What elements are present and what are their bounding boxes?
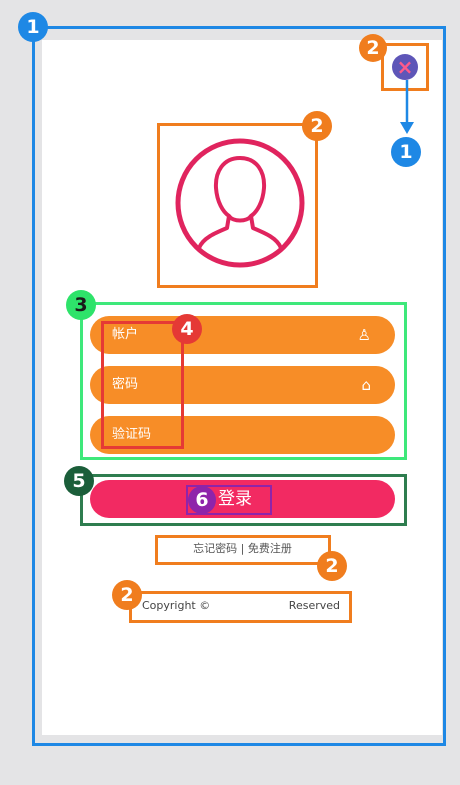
forgot-register-links[interactable]: 忘记密码 | 免费注册 [160,541,325,557]
login-label: 登录 [218,489,252,509]
badge-copyright: 2 [112,580,142,610]
labels-annotation-box [101,321,184,449]
badge-container: 1 [18,12,48,42]
badge-login: 5 [64,466,94,496]
person-icon: ♙ [357,326,371,344]
close-button[interactable]: × [392,54,418,80]
badge-close: 2 [359,34,387,62]
diagram-canvas: 1 2 × 1 2 3 帐户 ♙ 密码 ⌂ 验证码 4 5 6 登录 2 忘记密… [0,0,460,785]
close-icon: × [396,55,414,79]
copyright-right: Reserved [288,599,340,612]
badge-inputs: 3 [66,290,96,320]
user-silhouette-icon [175,138,305,268]
copyright-left: Copyright © [142,599,211,612]
lock-icon: ⌂ [361,376,371,394]
badge-login-text: 6 [188,486,216,514]
arrow-connector [400,80,414,134]
badge-labels: 4 [172,314,202,344]
badge-close-target: 1 [391,137,421,167]
